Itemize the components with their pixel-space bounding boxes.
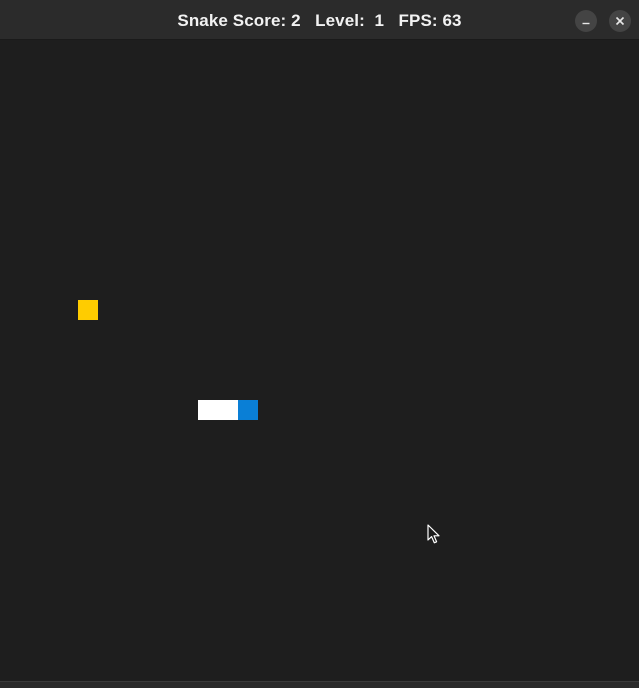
game-board[interactable] (0, 40, 639, 681)
minimize-icon (582, 22, 590, 25)
window-title: Snake Score: 2 Level: 1 FPS: 63 (177, 11, 462, 30)
food-pellet (78, 300, 98, 320)
window-bottom-edge (0, 681, 639, 688)
snake-body-segment (218, 400, 238, 420)
minimize-button[interactable] (575, 10, 597, 32)
snake-head (238, 400, 258, 420)
title-bar[interactable]: Snake Score: 2 Level: 1 FPS: 63 (0, 0, 639, 40)
close-button[interactable] (609, 10, 631, 32)
snake-body-segment (198, 400, 218, 420)
snake-game-window: Snake Score: 2 Level: 1 FPS: 63 (0, 0, 639, 688)
mouse-pointer-icon (427, 524, 440, 544)
close-icon (615, 16, 625, 26)
